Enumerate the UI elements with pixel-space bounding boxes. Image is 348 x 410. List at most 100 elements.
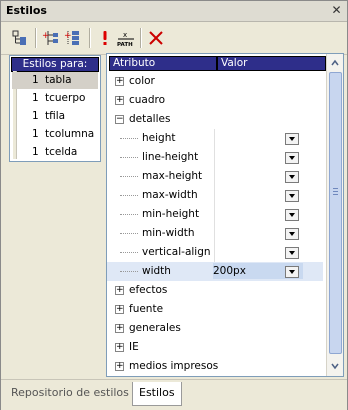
property-label: min-height — [142, 208, 200, 220]
delete-icon[interactable] — [147, 29, 165, 47]
attribute-column-header[interactable]: Atributo — [109, 56, 217, 71]
dropdown-arrow-icon[interactable] — [285, 171, 299, 183]
toolbar: + + x PATH — [1, 22, 347, 55]
property-row-width[interactable]: width 200px — [107, 262, 323, 281]
scrollbar-thumb[interactable] — [329, 72, 342, 354]
property-label: min-width — [142, 227, 195, 239]
dropdown-arrow-icon[interactable] — [285, 266, 299, 278]
group-row-cuadro[interactable]: + cuadro — [107, 91, 323, 110]
element-item-tcelda[interactable]: 1 tcelda — [12, 144, 98, 161]
styles-window: Estilos ✕ + + xPATH Estilos para: 1 tab — [0, 0, 348, 410]
attributes-grid: Atributo Valor + color + cuadro − detall… — [106, 53, 344, 377]
property-label: line-height — [142, 151, 199, 163]
group-row-color[interactable]: + color — [107, 72, 323, 91]
expand-icon[interactable]: + — [115, 343, 124, 352]
add-style-icon[interactable]: + — [64, 29, 82, 47]
dropdown-arrow-icon[interactable] — [285, 152, 299, 164]
expand-icon[interactable]: + — [115, 96, 124, 105]
vertical-scrollbar[interactable] — [326, 54, 343, 376]
toolbar-separator — [89, 28, 91, 48]
insert-style-icon[interactable]: + — [42, 29, 60, 47]
new-element-icon[interactable] — [11, 29, 29, 47]
thumb-grip — [333, 188, 338, 189]
group-row-generales[interactable]: + generales — [107, 319, 323, 338]
group-row-ie[interactable]: + IE — [107, 338, 323, 357]
scroll-down-icon[interactable] — [329, 360, 341, 372]
dropdown-arrow-icon[interactable] — [285, 247, 299, 259]
group-row-fuente[interactable]: + fuente — [107, 300, 323, 319]
group-label: cuadro — [129, 94, 166, 106]
window-title: Estilos — [6, 4, 47, 17]
group-label: efectos — [129, 284, 168, 296]
group-label: generales — [129, 322, 181, 334]
group-row-efectos[interactable]: + efectos — [107, 281, 323, 300]
tree-connector — [120, 252, 138, 253]
tab-style-repository[interactable]: Repositorio de estilos — [5, 382, 135, 404]
bottom-tab-bar: Repositorio de estilos Estilos — [1, 379, 347, 410]
tree-connector — [120, 195, 138, 196]
toolbar-separator — [140, 28, 142, 48]
property-row-min-width[interactable]: min-width — [107, 224, 323, 243]
tree-connector — [120, 271, 138, 272]
element-item-tabla[interactable]: 1 tabla — [12, 72, 98, 89]
item-label: tcolumna — [45, 128, 95, 140]
element-item-tcolumna[interactable]: 1 tcolumna — [12, 126, 98, 143]
tree-connector — [120, 214, 138, 215]
item-count: 1 — [32, 92, 39, 104]
expand-icon[interactable]: + — [115, 362, 124, 371]
property-label: vertical-align — [142, 246, 211, 258]
property-row-line-height[interactable]: line-height — [107, 148, 323, 167]
item-label: tabla — [45, 74, 72, 86]
svg-text:x: x — [123, 31, 127, 39]
thumb-grip — [333, 191, 338, 192]
thumb-grip — [333, 194, 338, 195]
scroll-up-icon[interactable] — [329, 57, 341, 69]
property-row-max-height[interactable]: max-height — [107, 167, 323, 186]
group-label: medios impresos — [129, 360, 219, 372]
item-label: tfila — [45, 110, 66, 122]
expand-icon[interactable]: + — [115, 286, 124, 295]
group-label: color — [129, 75, 155, 87]
item-label: tcelda — [45, 146, 78, 158]
dropdown-arrow-icon[interactable] — [285, 209, 299, 221]
close-icon[interactable]: ✕ — [330, 4, 343, 17]
tree-connector — [120, 233, 138, 234]
group-row-detalles[interactable]: − detalles — [107, 110, 323, 129]
property-row-vertical-align[interactable]: vertical-align — [107, 243, 323, 262]
xpath-icon[interactable]: x PATH — [117, 29, 135, 47]
element-item-tcuerpo[interactable]: 1 tcuerpo — [12, 90, 98, 107]
value-column-header[interactable]: Valor — [217, 56, 326, 71]
tree-connector — [120, 176, 138, 177]
property-row-min-height[interactable]: min-height — [107, 205, 323, 224]
collapse-icon[interactable]: − — [115, 115, 124, 124]
toolbar-separator — [35, 28, 37, 48]
tab-styles[interactable]: Estilos — [132, 382, 182, 406]
property-label: height — [142, 132, 176, 144]
item-count: 1 — [32, 128, 39, 140]
property-label: max-height — [142, 170, 203, 182]
dropdown-arrow-icon[interactable] — [285, 133, 299, 145]
element-item-tfila[interactable]: 1 tfila — [12, 108, 98, 125]
item-count: 1 — [32, 110, 39, 122]
group-row-medios-impresos[interactable]: + medios impresos — [107, 357, 323, 376]
property-row-max-width[interactable]: max-width — [107, 186, 323, 205]
expand-icon[interactable]: + — [115, 324, 124, 333]
important-icon[interactable] — [96, 29, 114, 47]
dropdown-arrow-icon[interactable] — [285, 190, 299, 202]
expand-icon[interactable]: + — [115, 77, 124, 86]
tree-connector — [120, 138, 138, 139]
title-bar: Estilos ✕ — [1, 1, 347, 22]
styles-for-header: Estilos para: — [11, 57, 99, 72]
group-label: IE — [129, 341, 139, 353]
expand-icon[interactable]: + — [115, 305, 124, 314]
dropdown-arrow-icon[interactable] — [285, 228, 299, 240]
property-label: width — [142, 265, 171, 277]
group-label: detalles — [129, 113, 171, 125]
property-row-height[interactable]: height — [107, 129, 323, 148]
styles-for-panel: Estilos para: 1 tabla 1 tcuerpo 1 tfila … — [9, 55, 101, 162]
item-count: 1 — [32, 74, 39, 86]
svg-text:+: + — [42, 31, 50, 41]
svg-text:+: + — [64, 31, 72, 41]
group-label: fuente — [129, 303, 164, 315]
svg-text:PATH: PATH — [117, 42, 133, 47]
